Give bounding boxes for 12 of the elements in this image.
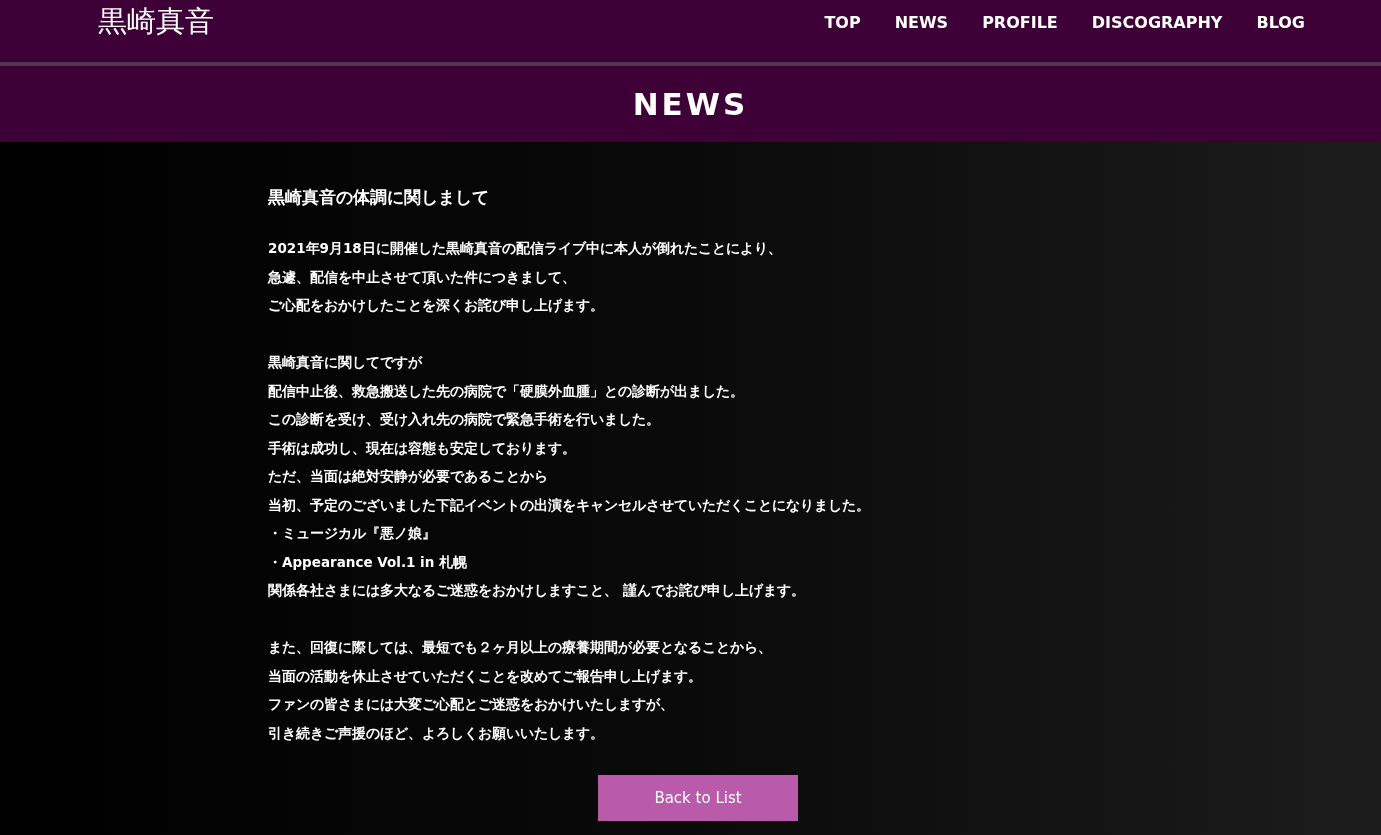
article-paragraph: 2021年9月18日に開催した黒崎真音の配信ライブ中に本人が倒れたことにより、 急遽、配信を中止させて頂いた件につきまして、 ご心配をおかけしたことを深くお詫び申し上げます。 bbox=[268, 239, 783, 315]
site-title: 黒崎真音 bbox=[98, 3, 214, 40]
article-paragraph: また、回復に際しては、最短でも２ヶ月以上の療養期間が必要となることから、 当面の活動を休止させていただくことを改めてご報告申し上げます。 ファンの皆さまには大変ご心配とご迷惑をおかけいたしますが、 引き続きご声援のほど、よろしくお願いいたします。 bbox=[268, 638, 773, 743]
article-title: 黒崎真音の体調に関しまして bbox=[268, 186, 490, 208]
back-button[interactable]: Back to List bbox=[598, 775, 798, 821]
nav-link[interactable]: BLOG bbox=[1256, 12, 1305, 32]
nav-link[interactable]: NEWS bbox=[894, 12, 949, 32]
nav-link[interactable]: PROFILE bbox=[982, 12, 1058, 32]
nav-link[interactable]: TOP bbox=[824, 12, 861, 32]
page-heading: NEWS bbox=[632, 86, 749, 122]
article-paragraph: 黒崎真音に関してですが 配信中止後、救急搬送した先の病院で「硬膜外血腫」との診断が出ました。 この診断を受け、受け入れ先の病院で緊急手術を行いました。 手術は成功し、現在は容態も安定しております。 ただ、当面は絶対安静が必要であることから 当初、予定のございました下記イベントの出演をキャンセルさせていただくことになりました。 ・ミュージカル『悪ノ娘』 ・Appearance Vol.1 in 札幌 関係各社さまには多大なるご迷惑をおかけしますこと、 謹んでお詫び申し上げます。 bbox=[268, 353, 871, 600]
nav-link[interactable]: DISCOGRAPHY bbox=[1091, 12, 1223, 32]
